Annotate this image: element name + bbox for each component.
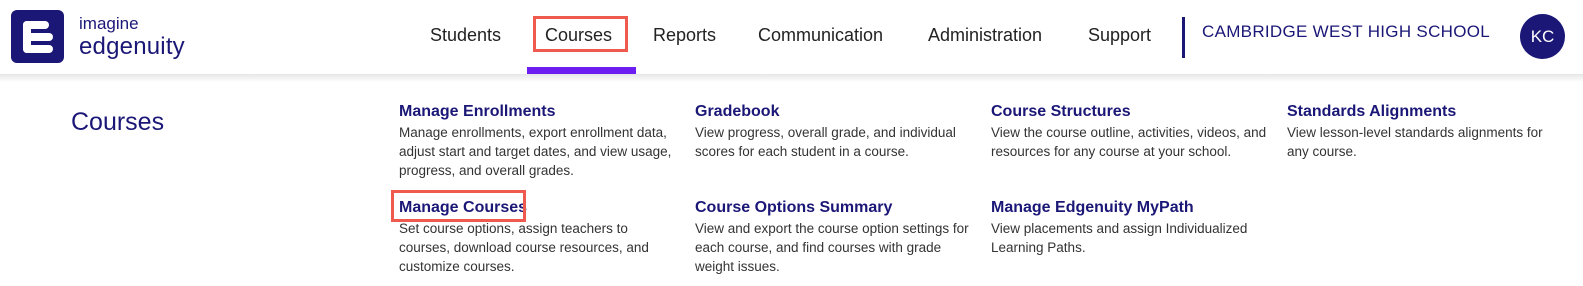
standards-alignments-link[interactable]: Standards Alignments [1287, 102, 1456, 122]
menu-item-course-structures: Course Structures View the course outlin… [991, 102, 1271, 161]
course-options-summary-link[interactable]: Course Options Summary [695, 198, 892, 218]
course-structures-desc: View the course outline, activities, vid… [991, 125, 1267, 159]
nav-administration[interactable]: Administration [928, 22, 1042, 48]
top-header: imagine edgenuity Students Courses Repor… [0, 0, 1583, 74]
logo-mark-icon [11, 10, 64, 63]
menu-item-gradebook: Gradebook View progress, overall grade, … [695, 102, 975, 161]
nav-communication[interactable]: Communication [758, 22, 883, 48]
logo-text-edgenuity: edgenuity [79, 33, 185, 60]
edgenuity-logo[interactable]: imagine edgenuity [11, 10, 211, 64]
logo-text-imagine: imagine [79, 14, 139, 33]
manage-courses-highlight [391, 190, 526, 222]
manage-enrollments-desc: Manage enrollments, export enrollment da… [399, 125, 672, 178]
menu-item-course-options-summary: Course Options Summary View and export t… [695, 198, 975, 276]
nav-support[interactable]: Support [1088, 22, 1151, 48]
gradebook-link[interactable]: Gradebook [695, 102, 779, 122]
panel-title: Courses [71, 108, 165, 136]
manage-enrollments-link[interactable]: Manage Enrollments [399, 102, 555, 122]
menu-item-manage-enrollments: Manage Enrollments Manage enrollments, e… [399, 102, 679, 180]
gradebook-desc: View progress, overall grade, and indivi… [695, 125, 956, 159]
menu-item-manage-mypath: Manage Edgenuity MyPath View placements … [991, 198, 1271, 257]
course-structures-link[interactable]: Course Structures [991, 102, 1131, 122]
nav-courses[interactable]: Courses [545, 22, 612, 48]
nav-active-indicator [527, 67, 636, 74]
manage-courses-desc: Set course options, assign teachers to c… [399, 221, 649, 274]
header-divider [1182, 17, 1185, 58]
header-shadow [0, 74, 1583, 82]
user-avatar[interactable]: KC [1520, 14, 1565, 59]
menu-item-standards-alignments: Standards Alignments View lesson-level s… [1287, 102, 1567, 161]
course-options-summary-desc: View and export the course option settin… [695, 221, 969, 274]
nav-reports[interactable]: Reports [653, 22, 716, 48]
manage-mypath-desc: View placements and assign Individualize… [991, 221, 1248, 255]
nav-students[interactable]: Students [430, 22, 501, 48]
school-name[interactable]: CAMBRIDGE WEST HIGH SCHOOL [1202, 22, 1490, 42]
manage-mypath-link[interactable]: Manage Edgenuity MyPath [991, 198, 1194, 218]
standards-alignments-desc: View lesson-level standards alignments f… [1287, 125, 1543, 159]
